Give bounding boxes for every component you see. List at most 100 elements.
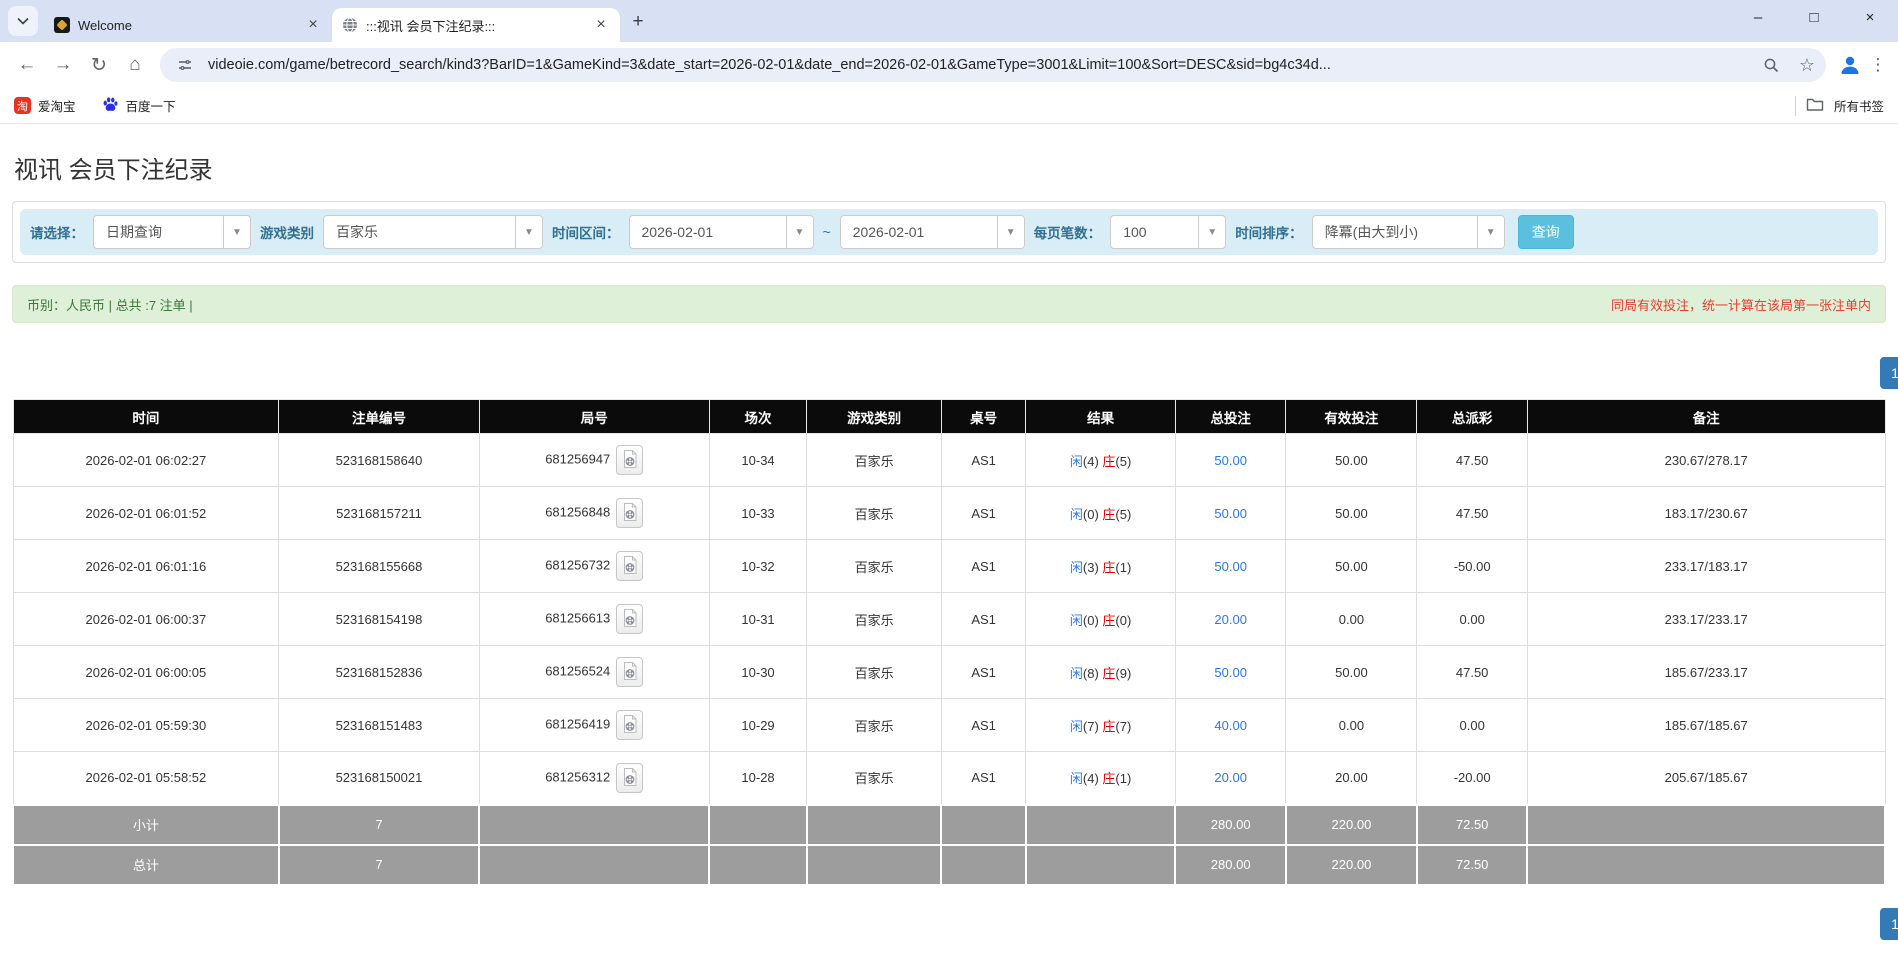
subtotal-payout: 72.50 (1415, 803, 1529, 846)
col-total-bet: 总投注 (1174, 399, 1287, 434)
tab-title: :::视讯 会员下注纪录::: (366, 18, 496, 34)
video-replay-button[interactable] (616, 551, 644, 581)
maximize-button[interactable]: □ (1786, 9, 1842, 26)
cell-time: 2026-02-01 05:59:30 (12, 698, 280, 752)
player-score: (0) (1082, 612, 1099, 628)
banker-result: 庄 (1102, 718, 1116, 734)
video-replay-button[interactable] (616, 604, 644, 634)
col-result: 结果 (1025, 399, 1176, 434)
cell-bet-no: 523168155668 (278, 539, 480, 593)
sort-select[interactable]: 降冪(由大到小) ▼ (1311, 215, 1505, 249)
forward-button[interactable]: → (46, 48, 80, 82)
query-button[interactable]: 查询 (1517, 215, 1574, 249)
cell-session: 10-30 (708, 645, 808, 699)
query-type-select[interactable]: 日期查询 ▼ (93, 215, 251, 249)
col-game-type: 游戏类别 (806, 399, 942, 434)
video-replay-button[interactable] (616, 445, 644, 475)
cell-payout: 0.00 (1416, 592, 1528, 646)
cell-bet-no: 523168150021 (278, 751, 480, 805)
home-button[interactable]: ⌂ (118, 48, 152, 82)
minimize-button[interactable]: – (1730, 9, 1786, 26)
cell-valid-bet: 50.00 (1285, 433, 1418, 487)
player-result: 闲 (1069, 665, 1083, 681)
chevron-down-icon: ▼ (223, 216, 250, 248)
bookmark-taobao[interactable]: 淘 爱淘宝 (14, 96, 76, 115)
page-size-select[interactable]: 100 ▼ (1110, 215, 1227, 249)
total-bet-link[interactable]: 50.00 (1214, 665, 1247, 680)
total-bet-link[interactable]: 50.00 (1214, 506, 1247, 521)
cell-note: 233.17/183.17 (1526, 539, 1886, 593)
total-bet-link[interactable]: 50.00 (1214, 559, 1247, 574)
bookmark-baidu[interactable]: 百度一下 (102, 96, 176, 116)
date-end-select[interactable]: 2026-02-01 ▼ (839, 215, 1025, 249)
round-no-text: 681256419 (545, 716, 611, 732)
col-session: 场次 (708, 399, 808, 434)
cell-round-no: 681256947 (478, 433, 710, 487)
profile-avatar-icon[interactable] (1834, 49, 1866, 81)
bookmark-star-icon[interactable]: ☆ (1794, 52, 1820, 78)
game-type-select[interactable]: 百家乐 ▼ (323, 215, 543, 249)
address-bar[interactable]: videoie.com/game/betrecord_search/kind3?… (160, 48, 1826, 82)
video-replay-button[interactable] (616, 498, 644, 528)
page-size-label: 每页笔数： (1033, 226, 1102, 241)
bookmark-label: 百度一下 (125, 100, 176, 114)
url-text[interactable]: videoie.com/game/betrecord_search/kind3?… (208, 57, 1748, 73)
cell-total-bet: 40.00 (1174, 698, 1287, 752)
cell-note: 185.67/233.17 (1526, 645, 1886, 699)
cell-result: 闲(4) 庄(1) (1025, 751, 1176, 805)
page-1-button[interactable]: 1 (1880, 907, 1898, 940)
folder-icon (1806, 97, 1824, 115)
total-bet-link[interactable]: 50.00 (1214, 453, 1247, 468)
back-button[interactable]: ← (10, 48, 44, 82)
video-replay-button[interactable] (616, 710, 644, 740)
player-result: 闲 (1069, 612, 1083, 628)
cell-table-no: AS1 (940, 592, 1027, 646)
zoom-icon[interactable] (1758, 52, 1784, 78)
tab-betrecord[interactable]: :::视讯 会员下注纪录::: × (332, 8, 620, 42)
subtotal-label: 小计 (12, 803, 280, 846)
subtotal-valid-bet: 220.00 (1284, 803, 1418, 846)
cell-round-no: 681256848 (478, 486, 710, 540)
date-start-value: 2026-02-01 (641, 224, 714, 240)
cell-round-no: 681256732 (478, 539, 710, 593)
page-1-button[interactable]: 1 (1880, 357, 1898, 389)
video-replay-button[interactable] (616, 762, 644, 793)
table-row: 2026-02-01 06:00:37 523168154198 6812566… (12, 592, 1886, 646)
cell-result: 闲(0) 庄(0) (1025, 592, 1176, 646)
tab-search-button[interactable] (8, 6, 38, 36)
subtotal-total-bet: 280.00 (1174, 803, 1287, 846)
bet-records-table: 时间 注单编号 局号 场次 游戏类别 桌号 结果 总投注 有效投注 总派彩 备注… (12, 399, 1886, 886)
table-body: 2026-02-01 06:02:27 523168158640 6812569… (12, 433, 1886, 805)
tab-welcome[interactable]: Welcome × (44, 8, 332, 42)
close-icon[interactable]: × (592, 16, 610, 34)
total-bet-link[interactable]: 20.00 (1214, 612, 1247, 627)
total-bet-link[interactable]: 40.00 (1214, 718, 1247, 733)
window-close-button[interactable]: × (1842, 9, 1898, 26)
cell-game: 百家乐 (806, 433, 942, 487)
total-bet-link[interactable]: 20.00 (1214, 770, 1247, 785)
round-no-text: 681256732 (545, 557, 611, 573)
sort-label: 时间排序： (1235, 226, 1303, 241)
cell-payout: 0.00 (1416, 698, 1528, 752)
all-bookmarks-label[interactable]: 所有书签 (1834, 96, 1884, 115)
cell-result: 闲(8) 庄(9) (1025, 645, 1176, 699)
close-icon[interactable]: × (304, 16, 322, 34)
cell-valid-bet: 50.00 (1285, 539, 1418, 593)
player-result: 闲 (1069, 453, 1083, 469)
banker-result: 庄 (1102, 665, 1116, 681)
col-bet-no: 注单编号 (278, 399, 480, 434)
reload-button[interactable]: ↻ (82, 48, 116, 82)
date-start-select[interactable]: 2026-02-01 ▼ (628, 215, 814, 249)
video-replay-button[interactable] (616, 657, 644, 687)
baidu-paw-icon (102, 96, 119, 116)
col-valid-bet: 有效投注 (1285, 399, 1418, 434)
cell-time: 2026-02-01 06:02:27 (12, 433, 280, 487)
cell-session: 10-33 (708, 486, 808, 540)
chevron-down-icon: ▼ (1476, 216, 1504, 248)
site-settings-icon[interactable] (172, 52, 198, 78)
cell-result: 闲(0) 庄(5) (1025, 486, 1176, 540)
new-tab-button[interactable]: + (624, 8, 652, 36)
cell-round-no: 681256613 (478, 592, 710, 646)
browser-menu-icon[interactable]: ⋮ (1868, 55, 1888, 75)
player-result: 闲 (1069, 559, 1083, 575)
